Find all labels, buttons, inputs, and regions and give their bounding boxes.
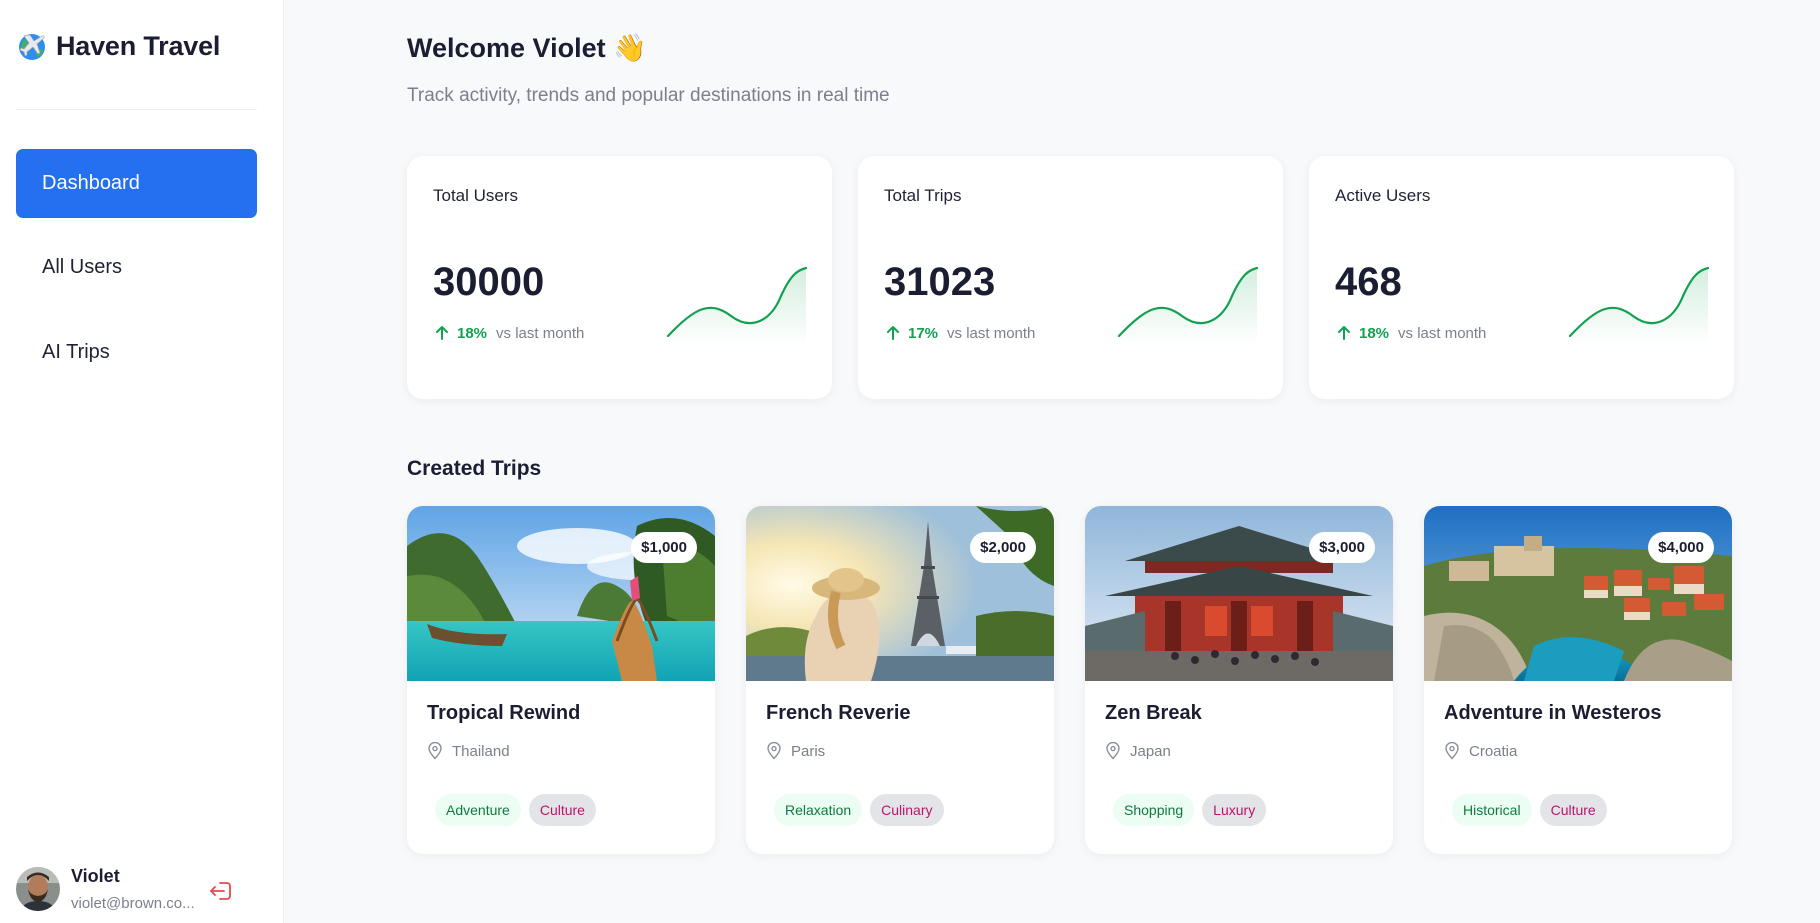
arrow-up-icon — [1338, 326, 1350, 340]
user-email: violet@brown.co... — [71, 895, 195, 912]
stat-title: Active Users — [1335, 186, 1431, 205]
logout-icon[interactable] — [208, 877, 236, 905]
trip-image-japan: $3,000 — [1085, 506, 1393, 681]
brand-name: Haven Travel — [56, 30, 221, 61]
stat-change-label: vs last month — [496, 324, 585, 342]
tag-chip[interactable]: Historical — [1452, 794, 1532, 826]
trip-tags: Relaxation Culinary — [774, 794, 944, 826]
tag-chip[interactable]: Luxury — [1202, 794, 1267, 826]
stat-change-label: vs last month — [947, 324, 1036, 342]
stat-change-percent: 18% — [1359, 324, 1390, 342]
trip-name: Adventure in Westeros — [1444, 702, 1662, 724]
trip-card[interactable]: $2,000 French Reverie Paris Relaxation C… — [746, 506, 1054, 854]
arrow-up-icon — [887, 326, 899, 340]
stat-value: 30000 — [433, 260, 545, 304]
price-badge: $1,000 — [631, 532, 697, 563]
tag-chip[interactable]: Shopping — [1113, 794, 1195, 826]
trips-grid: $1,000 Tropical Rewind Thailand Adventur… — [407, 506, 1732, 854]
map-pin-icon — [1106, 742, 1120, 760]
page-title: Welcome Violet 👋 — [407, 33, 647, 63]
trip-image-thailand: $1,000 — [407, 506, 715, 681]
trip-location: Thailand — [427, 742, 510, 760]
trip-location-label: Japan — [1130, 742, 1171, 760]
trip-tags: Adventure Culture — [435, 794, 596, 826]
nav-item-dashboard[interactable]: Dashboard — [16, 149, 257, 218]
tag-chip[interactable]: Culture — [1539, 794, 1607, 826]
sparkline-chart — [1117, 266, 1259, 346]
arrow-up-icon — [436, 326, 448, 340]
trip-location-label: Paris — [791, 742, 826, 760]
tag-chip[interactable]: Culture — [528, 794, 596, 826]
stat-value: 31023 — [884, 260, 996, 304]
stat-change-percent: 17% — [908, 324, 939, 342]
section-title-created-trips: Created Trips — [407, 457, 542, 480]
trip-location: Paris — [766, 742, 825, 760]
globe-airplane-icon — [19, 34, 45, 60]
sidebar-divider — [16, 109, 257, 110]
stat-change: 17% vs last month — [884, 324, 1035, 342]
trip-image-paris: $2,000 — [746, 506, 1054, 681]
trip-tags: Historical Culture — [1452, 794, 1607, 826]
nav-item-all-users[interactable]: All Users — [16, 233, 257, 302]
stat-change-label: vs last month — [1398, 324, 1487, 342]
stat-card-active-users: Active Users 468 18% vs last month — [1309, 156, 1734, 399]
map-pin-icon — [767, 742, 781, 760]
trip-card[interactable]: $4,000 Adventure in Westeros Croatia His… — [1424, 506, 1732, 854]
sparkline-chart — [666, 266, 808, 346]
stat-change: 18% vs last month — [1335, 324, 1486, 342]
sparkline-chart — [1568, 266, 1710, 346]
stat-title: Total Users — [433, 186, 519, 205]
sidebar: Haven Travel Dashboard All Users AI Trip… — [0, 0, 284, 923]
brand-logo[interactable]: Haven Travel — [16, 30, 220, 62]
user-info: Violet violet@brown.co... — [71, 866, 199, 912]
tag-chip[interactable]: Relaxation — [774, 794, 863, 826]
stat-value: 468 — [1335, 260, 1402, 304]
trip-location-label: Croatia — [1469, 742, 1518, 760]
stat-card-total-users: Total Users 30000 18% vs last month — [407, 156, 832, 399]
tag-chip[interactable]: Adventure — [435, 794, 521, 826]
trip-location: Japan — [1105, 742, 1171, 760]
nav-item-ai-trips[interactable]: AI Trips — [16, 318, 257, 387]
stat-change: 18% vs last month — [433, 324, 584, 342]
trip-image-croatia: $4,000 — [1424, 506, 1732, 681]
user-name: Violet — [71, 866, 120, 886]
avatar[interactable] — [16, 867, 60, 911]
price-badge: $3,000 — [1309, 532, 1375, 563]
map-pin-icon — [428, 742, 442, 760]
trip-location: Croatia — [1444, 742, 1517, 760]
tag-chip[interactable]: Culinary — [870, 794, 944, 826]
trip-card[interactable]: $3,000 Zen Break Japan Shopping Luxury — [1085, 506, 1393, 854]
user-profile: Violet violet@brown.co... — [16, 865, 266, 913]
trip-tags: Shopping Luxury — [1113, 794, 1267, 826]
trip-name: Tropical Rewind — [427, 702, 581, 724]
map-pin-icon — [1445, 742, 1459, 760]
trip-location-label: Thailand — [452, 742, 510, 760]
sidebar-nav: Dashboard All Users AI Trips — [16, 149, 257, 403]
stat-change-percent: 18% — [457, 324, 488, 342]
trip-name: Zen Break — [1105, 702, 1202, 724]
price-badge: $4,000 — [1648, 532, 1714, 563]
page-subtitle: Track activity, trends and popular desti… — [407, 85, 890, 106]
trip-card[interactable]: $1,000 Tropical Rewind Thailand Adventur… — [407, 506, 715, 854]
price-badge: $2,000 — [970, 532, 1036, 563]
stat-card-total-trips: Total Trips 31023 17% vs last month — [858, 156, 1283, 399]
stat-title: Total Trips — [884, 186, 962, 205]
trip-name: French Reverie — [766, 702, 911, 724]
stats-row: Total Users 30000 18% vs last month Tota… — [407, 156, 1734, 399]
